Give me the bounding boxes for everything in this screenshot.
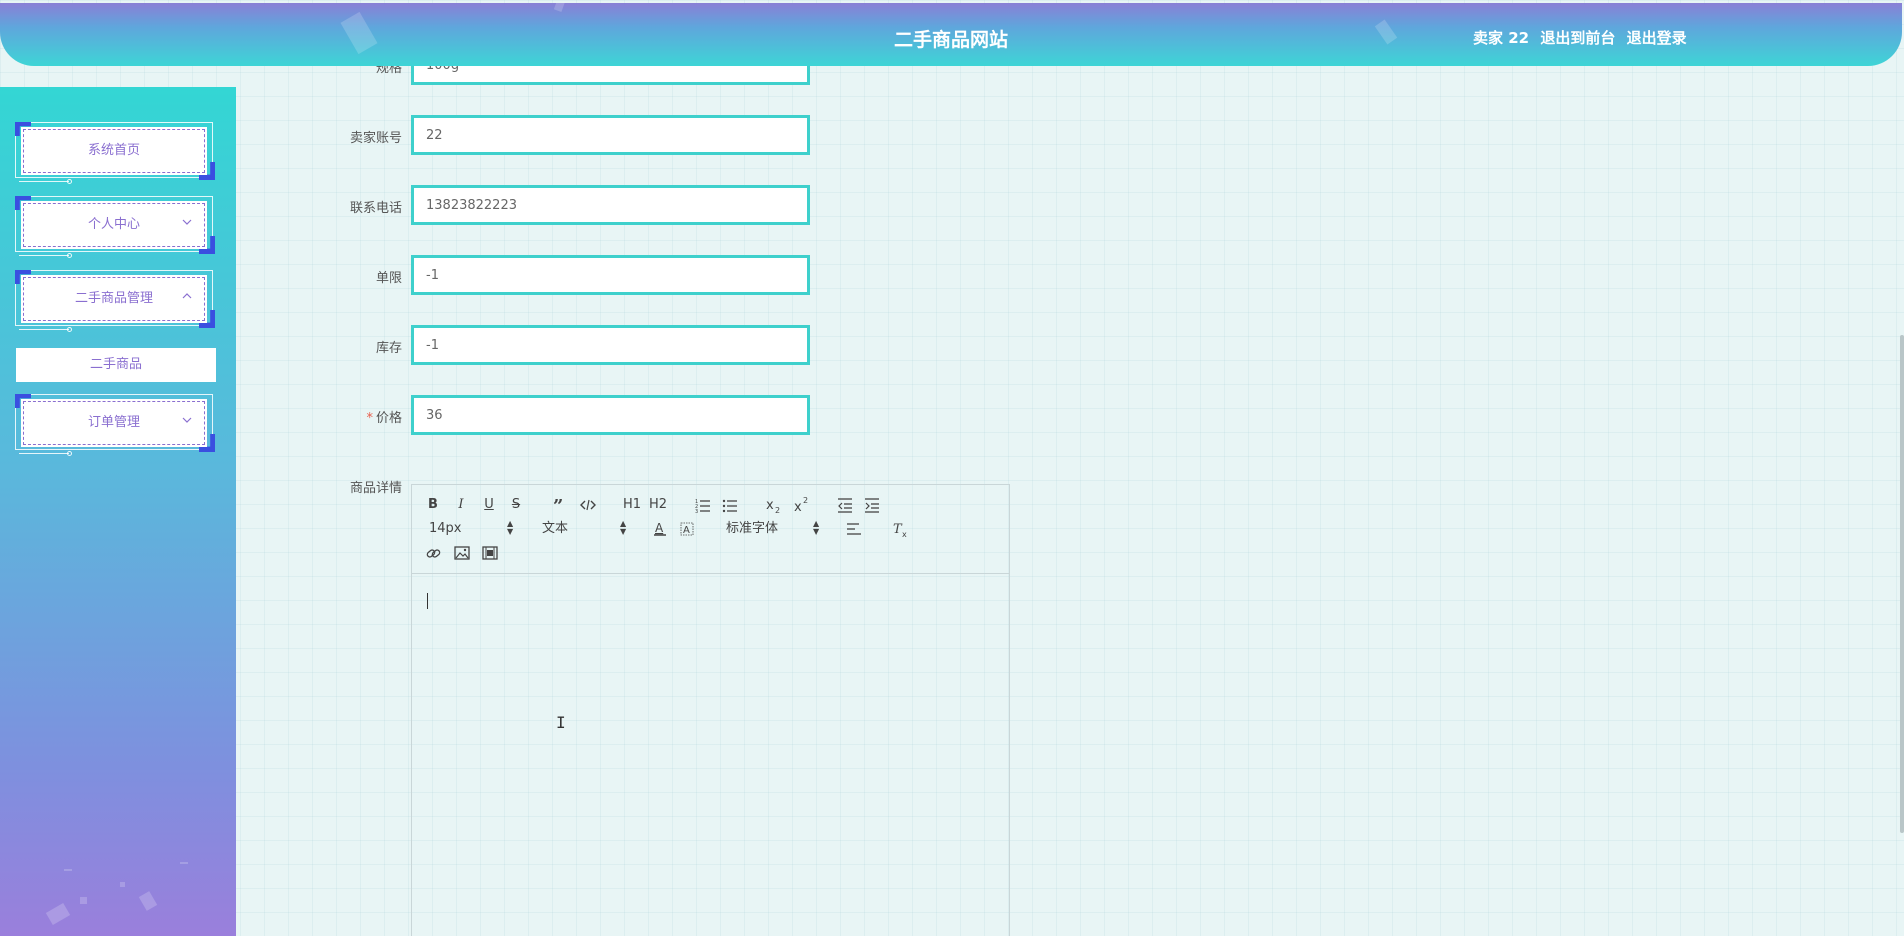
- header-select[interactable]: 文本 ▲ ▼: [542, 520, 627, 538]
- phone-input[interactable]: [411, 185, 810, 225]
- header-user-area: 卖家 22 退出到前台 退出登录: [1473, 27, 1693, 48]
- h2-button[interactable]: H2: [648, 496, 668, 514]
- sidebar-item-home[interactable]: 系统首页: [15, 122, 215, 184]
- sidebar-decoration: [80, 897, 87, 904]
- blockquote-icon[interactable]: ”: [552, 496, 568, 514]
- align-icon[interactable]: [846, 520, 862, 538]
- rich-text-editor: B I U S ” H1 H2 123 x2 x2 14px ▲ ▼ 文本 ▲ …: [411, 484, 1010, 936]
- sidebar-subitem-goods[interactable]: 二手商品: [16, 348, 216, 382]
- menu-tail: [19, 255, 69, 256]
- image-icon[interactable]: [454, 544, 470, 562]
- strike-button[interactable]: S: [509, 496, 523, 514]
- svg-text:A: A: [655, 521, 664, 535]
- menu-tail: [19, 453, 69, 454]
- text-caret: [427, 593, 428, 609]
- bold-button[interactable]: B: [426, 496, 440, 514]
- sidebar-decoration: [64, 869, 72, 871]
- stock-input[interactable]: [411, 325, 810, 365]
- sidebar-item-personal-center[interactable]: 个人中心: [15, 196, 215, 258]
- indent-icon[interactable]: [864, 496, 880, 514]
- video-icon[interactable]: [482, 544, 498, 562]
- svg-text:x: x: [766, 498, 774, 513]
- menu-tail-dot: [67, 179, 72, 184]
- font-color-icon[interactable]: A: [652, 520, 668, 538]
- menu-tail: [19, 329, 69, 330]
- background-color-icon[interactable]: A: [679, 520, 695, 538]
- font-family-value: 标准字体: [726, 521, 779, 536]
- sidebar-item-label: 个人中心: [87, 217, 140, 232]
- superscript-icon[interactable]: x2: [793, 496, 811, 514]
- sidebar-item-order-management[interactable]: 订单管理: [15, 394, 215, 456]
- user-label: 卖家 22: [1473, 29, 1530, 47]
- ordered-list-icon[interactable]: 123: [695, 496, 711, 514]
- code-block-icon[interactable]: [580, 496, 596, 514]
- menu-tail-dot: [67, 451, 72, 456]
- select-arrows-icon: ▲ ▼: [620, 519, 627, 536]
- clear-format-icon[interactable]: Tx: [892, 520, 910, 538]
- subscript-icon[interactable]: x2: [765, 496, 783, 514]
- sidebar-item-label: 系统首页: [87, 143, 140, 158]
- sidebar-item-label: 订单管理: [87, 415, 140, 430]
- svg-text:2: 2: [775, 506, 780, 514]
- required-mark: *: [366, 411, 373, 426]
- text-cursor-icon: I: [556, 713, 566, 732]
- sidebar-item-goods-management[interactable]: 二手商品管理: [15, 270, 215, 332]
- price-input[interactable]: [411, 395, 810, 435]
- font-family-select[interactable]: 标准字体 ▲ ▼: [726, 520, 821, 538]
- header-decoration: [553, 3, 567, 12]
- editor-toolbar: B I U S ” H1 H2 123 x2 x2 14px ▲ ▼ 文本 ▲ …: [412, 485, 1009, 574]
- bullet-list-icon[interactable]: [722, 496, 738, 514]
- header-select-value: 文本: [542, 521, 569, 536]
- select-arrows-icon: ▲ ▼: [813, 519, 820, 536]
- sidebar-decoration: [45, 902, 71, 926]
- menu-tail-dot: [67, 253, 72, 258]
- phone-label: 联系电话: [349, 201, 402, 216]
- seller-account-label: 卖家账号: [349, 131, 402, 146]
- seller-account-input[interactable]: [411, 115, 810, 155]
- editor-content-area[interactable]: [412, 575, 1009, 936]
- sidebar-decoration: [120, 882, 125, 887]
- chevron-down-icon: [181, 216, 193, 228]
- font-size-value: 14px: [429, 521, 462, 536]
- top-header: 二手商品网站 卖家 22 退出到前台 退出登录: [0, 3, 1902, 66]
- sidebar-decoration: [138, 891, 158, 911]
- sidebar-item-label: 二手商品管理: [74, 291, 153, 306]
- underline-button[interactable]: U: [482, 496, 496, 514]
- font-size-select[interactable]: 14px ▲ ▼: [429, 520, 514, 538]
- sidebar-decoration: [180, 862, 188, 864]
- svg-text:”: ”: [553, 496, 563, 514]
- stock-label: 库存: [375, 341, 402, 356]
- chevron-up-icon: [181, 290, 193, 302]
- limit-input[interactable]: [411, 255, 810, 295]
- h1-button[interactable]: H1: [622, 496, 642, 514]
- svg-text:3: 3: [695, 509, 698, 514]
- price-label-text: 价格: [375, 411, 402, 426]
- outdent-icon[interactable]: [837, 496, 853, 514]
- svg-text:A: A: [683, 525, 690, 536]
- logout-link[interactable]: 退出登录: [1627, 29, 1687, 47]
- link-icon[interactable]: [426, 544, 442, 562]
- menu-tail: [19, 181, 69, 182]
- chevron-down-icon: [181, 414, 193, 426]
- limit-label: 单限: [375, 271, 402, 286]
- select-arrows-icon: ▲ ▼: [507, 519, 514, 536]
- svg-text:x: x: [902, 530, 907, 538]
- page-scrollbar[interactable]: [1900, 335, 1904, 833]
- price-label: * 价格: [330, 407, 402, 426]
- italic-button[interactable]: I: [454, 496, 468, 514]
- back-to-front-link[interactable]: 退出到前台: [1540, 29, 1615, 47]
- svg-text:2: 2: [803, 496, 808, 505]
- detail-label: 商品详情: [349, 481, 402, 496]
- svg-text:x: x: [794, 500, 802, 514]
- menu-tail-dot: [67, 327, 72, 332]
